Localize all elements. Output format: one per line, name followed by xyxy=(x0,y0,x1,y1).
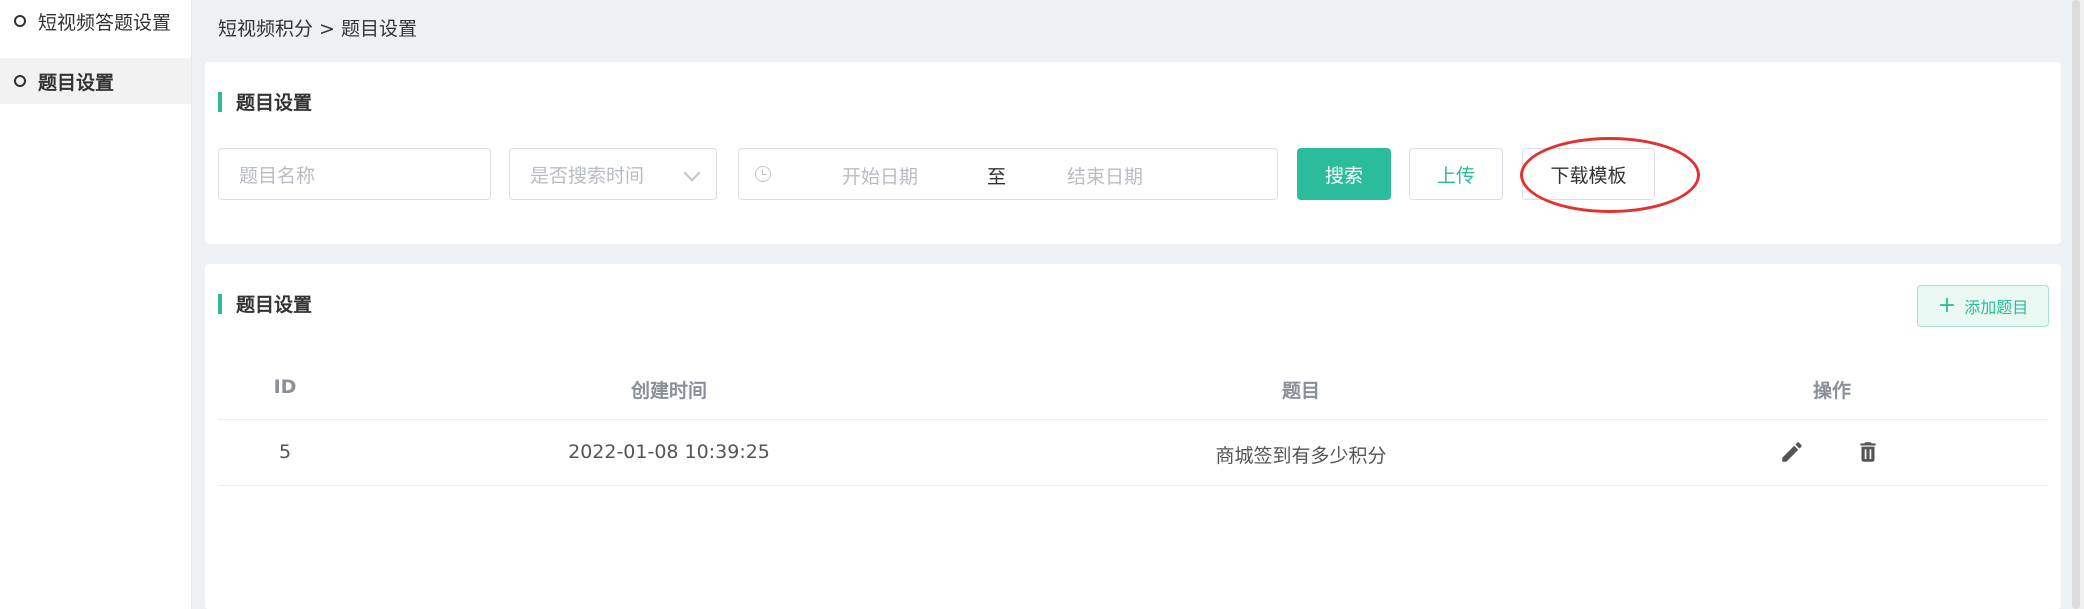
sidebar-item-question-settings[interactable]: 题目设置 xyxy=(0,58,191,104)
section-title-text: 题目设置 xyxy=(236,294,313,316)
filter-card: 题目设置 题目名称 是否搜索时间 开始日期 至 结束日期 搜索 上传 下载模板 xyxy=(205,62,2061,244)
question-name-input[interactable]: 题目名称 xyxy=(218,148,491,200)
table-divider xyxy=(218,419,2048,420)
end-date-input[interactable]: 结束日期 xyxy=(1067,162,1143,189)
filter-section-title: 题目设置 xyxy=(218,88,312,115)
cell-created: 2022-01-08 10:39:25 xyxy=(568,441,770,463)
search-time-select[interactable]: 是否搜索时间 xyxy=(509,148,717,200)
date-separator: 至 xyxy=(987,166,1007,188)
table-divider xyxy=(218,485,2048,486)
add-question-button[interactable]: + 添加题目 xyxy=(1917,285,2049,327)
edit-icon[interactable] xyxy=(1779,439,1805,465)
section-title-text: 题目设置 xyxy=(236,92,313,114)
delete-icon[interactable] xyxy=(1855,439,1881,465)
search-button[interactable]: 搜索 xyxy=(1297,148,1391,200)
column-header-actions: 操作 xyxy=(1812,380,1852,402)
scrollbar-thumb[interactable] xyxy=(2072,0,2080,609)
sidebar-item-short-video-quiz-settings[interactable]: 短视频答题设置 xyxy=(0,0,191,42)
circle-bullet-icon xyxy=(14,75,26,87)
date-range-picker[interactable]: 开始日期 至 结束日期 xyxy=(738,148,1278,200)
title-accent-bar xyxy=(218,293,222,314)
circle-bullet-icon xyxy=(14,15,26,27)
clock-icon xyxy=(755,166,771,182)
cell-id: 5 xyxy=(278,441,292,463)
select-placeholder: 是否搜索时间 xyxy=(530,164,645,187)
column-header-question: 题目 xyxy=(1281,380,1321,402)
sidebar-item-label: 短视频答题设置 xyxy=(38,11,172,34)
title-accent-bar xyxy=(218,91,222,112)
list-section-title: 题目设置 xyxy=(218,290,312,317)
input-placeholder: 题目名称 xyxy=(239,164,316,187)
page-scrollbar[interactable] xyxy=(2070,0,2084,609)
column-header-id: ID xyxy=(273,376,297,398)
sidebar: 短视频答题设置 题目设置 xyxy=(0,0,192,609)
plus-icon: + xyxy=(1937,293,1957,318)
list-card: 题目设置 + 添加题目 ID 创建时间 题目 操作 5 2022-01-08 1… xyxy=(205,264,2061,609)
cell-question: 商城签到有多少积分 xyxy=(1215,445,1387,467)
download-template-button[interactable]: 下载模板 xyxy=(1522,148,1655,200)
breadcrumb: 短视频积分 > 题目设置 xyxy=(218,18,417,40)
column-header-created: 创建时间 xyxy=(630,380,708,402)
chevron-down-icon xyxy=(683,164,701,182)
start-date-input[interactable]: 开始日期 xyxy=(842,162,918,189)
upload-button[interactable]: 上传 xyxy=(1409,148,1503,200)
sidebar-item-label: 题目设置 xyxy=(38,71,115,94)
add-question-label: 添加题目 xyxy=(1964,298,2029,317)
